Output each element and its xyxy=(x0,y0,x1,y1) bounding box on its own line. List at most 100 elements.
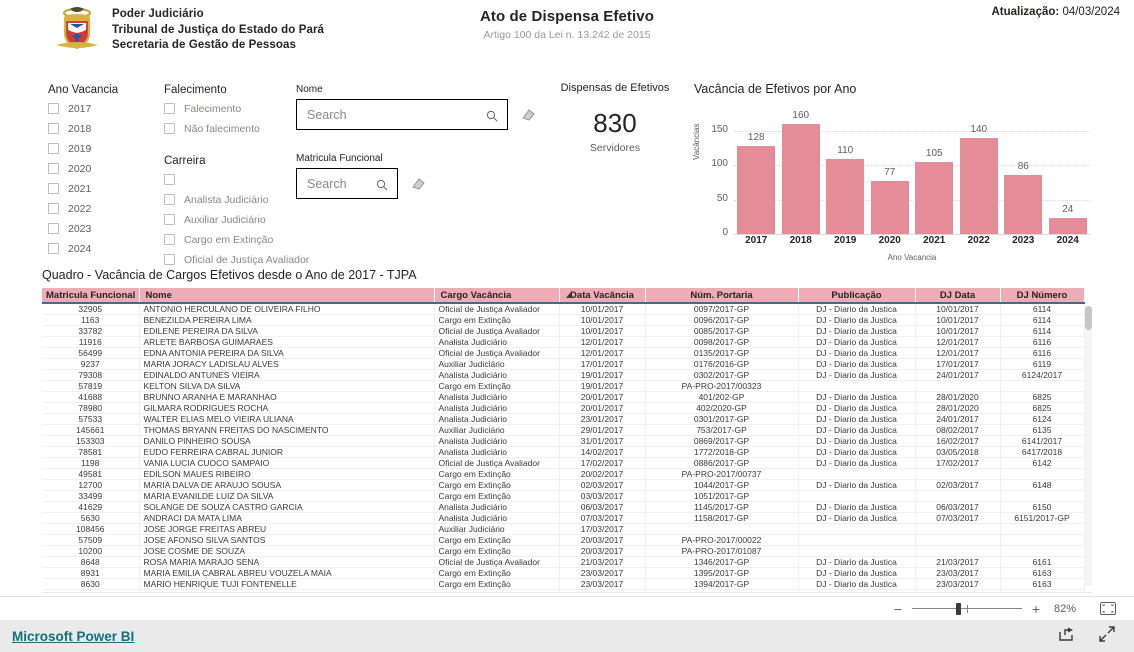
table-scroll-region[interactable]: Matricula Funcional Nome Cargo Vacância … xyxy=(42,288,1092,593)
nome-search-input[interactable]: Search xyxy=(296,99,508,130)
checkbox-icon[interactable] xyxy=(164,254,175,265)
chart-bar[interactable] xyxy=(826,158,865,234)
slicer-option-falecimento[interactable]: Falecimento xyxy=(164,101,260,116)
table-row[interactable]: 153303 DANILO PINHEIRO SOUSA Analista Judi… xyxy=(42,435,1085,447)
chart-bar-column[interactable]: 24 xyxy=(1048,114,1087,234)
col-header-matricula-funcional[interactable]: Matricula Funcional xyxy=(42,288,140,304)
table-row[interactable]: 8630 MARIO HENRIQUE TUJI FONTENELLE Cargo … xyxy=(42,578,1085,590)
slicer-option-auxiliar-judiciario[interactable]: Auxiliar Judiciário xyxy=(164,212,309,227)
checkbox-icon[interactable] xyxy=(48,103,59,114)
table-row[interactable]: 57509 JOSE AFONSO SILVA SANTOS Cargo em Ex… xyxy=(42,534,1085,546)
table-row[interactable]: 56499 EDNA ANTONIA PEREIRA DA SILVA Oficia… xyxy=(42,347,1085,359)
chart-bar-column[interactable]: 140 xyxy=(959,114,998,234)
checkbox-icon[interactable] xyxy=(164,103,175,114)
table-row[interactable]: 32905 ANTONIO HERCULANO DE OLIVEIRA FILHO… xyxy=(42,303,1085,315)
eraser-icon[interactable] xyxy=(410,177,426,191)
checkbox-icon[interactable] xyxy=(48,143,59,154)
chart-bar-column[interactable]: 160 xyxy=(781,110,820,234)
slicer-option-blank[interactable] xyxy=(164,172,309,187)
table-vertical-scrollbar[interactable] xyxy=(1085,306,1092,586)
col-header-data-vacancia[interactable]: Data Vacância xyxy=(559,288,646,304)
col-header-publicacao[interactable]: Publicação xyxy=(798,288,916,304)
checkbox-icon[interactable] xyxy=(48,243,59,254)
slicer-option-nao-falecimento[interactable]: Não falecimento xyxy=(164,121,260,136)
checkbox-icon[interactable] xyxy=(164,174,175,185)
zoom-slider-thumb[interactable] xyxy=(956,602,961,615)
slicer-option-2018[interactable]: 2018 xyxy=(48,121,118,136)
table-cell: 31/01/2017 xyxy=(559,435,646,447)
checkbox-icon[interactable] xyxy=(164,234,175,245)
zoom-out-button[interactable]: − xyxy=(890,601,906,617)
checkbox-icon[interactable] xyxy=(48,123,59,134)
table-row[interactable]: 57533 WALTER ELIAS MELO VIEIRA ULIANA Anal… xyxy=(42,413,1085,425)
powerbi-brand-link[interactable]: Microsoft Power BI xyxy=(12,629,134,644)
slicer-option-2019[interactable]: 2019 xyxy=(48,141,118,156)
col-header-dj-numero[interactable]: DJ Número xyxy=(1000,288,1085,304)
table-row[interactable]: 5630 ANDRACI DA MATA LIMA Analista Judiciá… xyxy=(42,512,1085,524)
table-row[interactable]: 41688 BRUNNO ARANHA E MARANHAO Analista Ju… xyxy=(42,391,1085,403)
slicer-option-2020[interactable]: 2020 xyxy=(48,161,118,176)
slicer-option-analista-judiciario[interactable]: Analista Judiciário xyxy=(164,192,309,207)
table-row[interactable]: 12700 MARIA DALVA DE ARAUJO SOUSA Cargo em… xyxy=(42,479,1085,491)
checkbox-icon[interactable] xyxy=(164,194,175,205)
col-header-dj-data[interactable]: DJ Data xyxy=(915,288,1001,304)
table-row[interactable]: 79308 EDINALDO ANTUNES VIEIRA Analista Jud… xyxy=(42,369,1085,381)
table-row[interactable]: 1198 VANIA LUCIA CUOCO SAMPAIO Oficial de … xyxy=(42,457,1085,469)
slicer-option-2023[interactable]: 2023 xyxy=(48,221,118,236)
slicer-option-2021[interactable]: 2021 xyxy=(48,181,118,196)
chart-bar[interactable] xyxy=(1048,217,1087,234)
table-row[interactable]: 33499 MARIA EVANILDE LUIZ DA SILVA Cargo e… xyxy=(42,490,1085,502)
checkbox-icon[interactable] xyxy=(48,163,59,174)
table-row[interactable]: 145661 THOMAS BRYANN FREITAS DO NASCIMENT… xyxy=(42,424,1085,436)
checkbox-icon[interactable] xyxy=(48,203,59,214)
slicer-option-2022[interactable]: 2022 xyxy=(48,201,118,216)
chart-bar[interactable] xyxy=(870,181,909,234)
share-icon[interactable] xyxy=(1058,626,1076,647)
slicer-option-2017[interactable]: 2017 xyxy=(48,101,118,116)
chart-bar-column[interactable]: 105 xyxy=(915,114,954,234)
fullscreen-icon[interactable] xyxy=(1098,625,1116,648)
chart-bar-column[interactable]: 86 xyxy=(1004,114,1043,234)
search-icon[interactable] xyxy=(486,109,498,121)
checkbox-icon[interactable] xyxy=(164,123,175,134)
col-header-cargo-vacancia[interactable]: Cargo Vacância xyxy=(434,288,560,304)
zoom-slider[interactable] xyxy=(912,602,1022,616)
search-icon[interactable] xyxy=(376,178,388,190)
chart-bar[interactable] xyxy=(959,138,998,234)
chart-bar[interactable] xyxy=(915,162,954,234)
table-row[interactable]: 13536PATRICIA RODRIGUES LAGEAnalista Jud… xyxy=(42,589,1085,592)
table-scrollbar-thumb[interactable] xyxy=(1085,306,1092,330)
table-row[interactable]: 8648 ROSA MARIA MARAJO SENA Oficial de Jus… xyxy=(42,556,1085,568)
table-row[interactable]: 8931 MARIA EMILIA CABRAL ABREU VOUZELA MA… xyxy=(42,567,1085,579)
table-row[interactable]: 49581 EDILSON MAUES RIBEIRO Cargo em Extin… xyxy=(42,468,1085,480)
zoom-in-button[interactable]: + xyxy=(1028,601,1044,617)
table-row[interactable]: 78581 EUDO FERREIRA CABRAL JUNIOR Analista… xyxy=(42,446,1085,458)
table-row[interactable]: 33782 EDILENE PEREIRA DA SILVA Oficial de … xyxy=(42,325,1085,337)
table-row[interactable]: 10200 JOSE COSME DE SOUZA Cargo em Extinçã… xyxy=(42,545,1085,557)
slicer-option-oficial-de-justica-avaliador[interactable]: Oficial de Justiça Avaliador xyxy=(164,252,309,267)
fit-to-page-icon[interactable] xyxy=(1100,602,1116,615)
table-row[interactable]: 11916 ARLETE BARBOSA GUIMARAES Analista Ju… xyxy=(42,336,1085,348)
checkbox-icon[interactable] xyxy=(48,223,59,234)
table-row[interactable]: 108456 JOSE JORGE FREITAS ABREU Auxiliar J… xyxy=(42,523,1085,535)
slicer-option-cargo-em-extincao[interactable]: Cargo em Extinção xyxy=(164,232,309,247)
matricula-search-input[interactable]: Search xyxy=(296,168,398,199)
col-header-nome[interactable]: Nome xyxy=(139,288,435,304)
chart-bar-column[interactable]: 128 xyxy=(737,114,776,234)
table-row[interactable]: 41629 SOLANGE DE SOUZA CASTRO GARCIA Anali… xyxy=(42,501,1085,513)
table-row[interactable]: 57819 KELTON SILVA DA SILVA Cargo em Extin… xyxy=(42,380,1085,392)
chart-bar[interactable] xyxy=(781,124,820,234)
table-row[interactable]: 9237 MARIA JORACY LADISLAU ALVES Auxiliar … xyxy=(42,358,1085,370)
bar-chart-vacancia-por-ano[interactable]: Vacância de Efetivos por Ano Vacâncias 0… xyxy=(692,82,1094,262)
chart-bar[interactable] xyxy=(1004,175,1043,234)
slicer-option-2024[interactable]: 2024 xyxy=(48,241,118,256)
chart-bar-column[interactable]: 110 xyxy=(826,114,865,234)
chart-bar[interactable] xyxy=(737,146,776,234)
table-row[interactable]: 78980 GILMARA RODRIGUES ROCHA Analista Jud… xyxy=(42,402,1085,414)
checkbox-icon[interactable] xyxy=(164,214,175,225)
col-header-num-portaria[interactable]: Núm. Portaria xyxy=(645,288,799,304)
checkbox-icon[interactable] xyxy=(48,183,59,194)
eraser-icon[interactable] xyxy=(520,108,536,122)
chart-bar-column[interactable]: 77 xyxy=(870,114,909,234)
table-row[interactable]: 1163 BENEZILDA PEREIRA LIMA Cargo em Extin… xyxy=(42,314,1085,326)
